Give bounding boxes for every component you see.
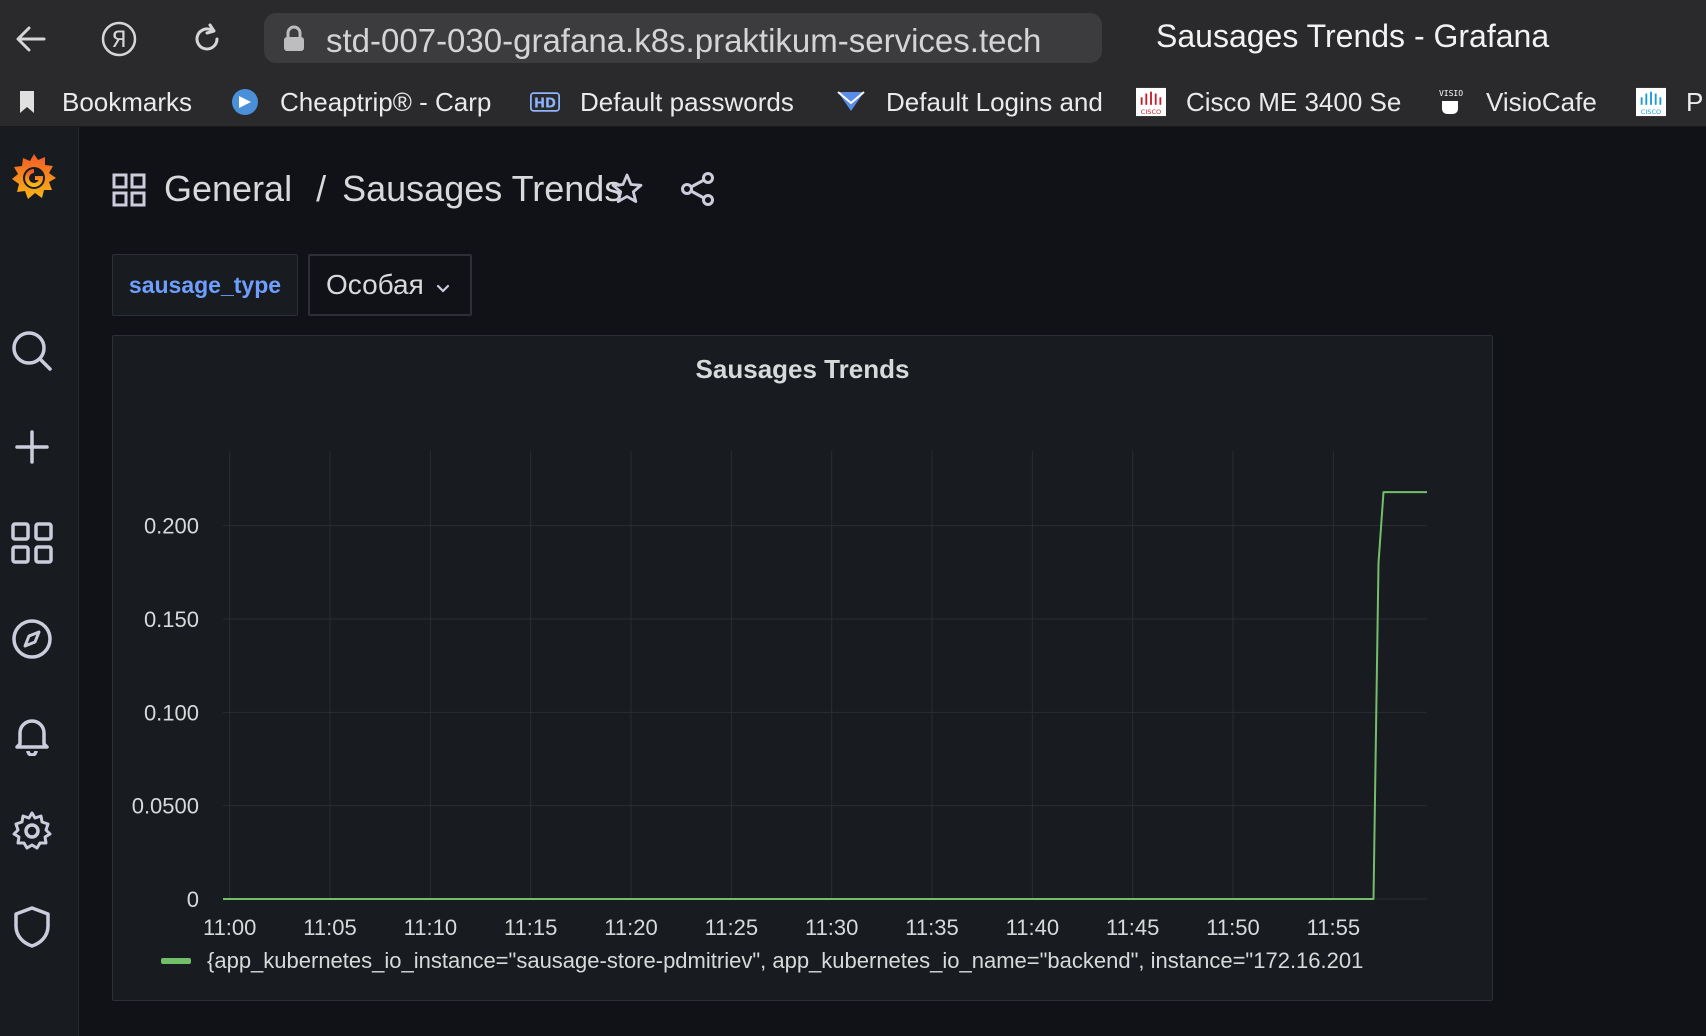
x-tick-label: 11:40 <box>1006 915 1059 936</box>
variable-label: sausage_type <box>112 254 298 316</box>
bookmark-item[interactable]: CISCO P <box>1636 78 1703 126</box>
x-tick-label: 11:45 <box>1106 915 1159 936</box>
x-tick-label: 11:15 <box>504 915 557 936</box>
plus-icon[interactable] <box>8 423 56 471</box>
x-tick-label: 11:00 <box>203 915 256 936</box>
x-tick-label: 11:55 <box>1307 915 1360 936</box>
timeseries-panel[interactable]: Sausages Trends 0 0.0500 0.100 0.150 0.200 11… <box>112 335 1493 1001</box>
grafana-sidebar <box>0 127 79 1036</box>
dashboard-title[interactable]: Sausages Trends <box>342 168 622 209</box>
legend: {app_kubernetes_io_instance="sausage-sto… <box>161 948 1363 974</box>
bookmark-icon <box>12 87 42 117</box>
y-tick-label: 0 <box>187 887 199 912</box>
url-text: std-007-030-grafana.k8s.praktikum-servic… <box>326 22 1042 59</box>
bookmark-item[interactable]: VISIO VisioCafe <box>1436 78 1597 126</box>
bookmark-item[interactable]: Cheaptrip® - Carp <box>230 78 491 126</box>
x-tick-label: 11:50 <box>1206 915 1259 936</box>
x-tick-label: 11:25 <box>705 915 758 936</box>
bookmark-item[interactable]: HD Default passwords <box>530 78 794 126</box>
mail-icon <box>836 87 866 117</box>
breadcrumb-separator: / <box>316 168 327 209</box>
reload-icon <box>195 23 219 51</box>
lock-icon <box>284 25 304 51</box>
grafana-logo-icon[interactable] <box>6 149 62 205</box>
dashboards-icon[interactable] <box>8 519 56 567</box>
chevron-down-icon <box>436 269 450 301</box>
x-tick-label: 11:05 <box>303 915 356 936</box>
cisco-icon: CISCO <box>1136 87 1166 117</box>
breadcrumb-folder[interactable]: General <box>164 168 292 209</box>
y-tick-label: 0.100 <box>144 700 199 725</box>
back-button[interactable] <box>12 20 50 58</box>
browser-toolbar: Я std-007-030-grafana.k8s.praktikum-serv… <box>0 0 1706 78</box>
gear-icon[interactable] <box>8 807 56 855</box>
y-tick-label: 0.0500 <box>132 794 199 819</box>
hd-icon: HD <box>530 87 560 117</box>
bookmark-item[interactable]: Bookmarks <box>12 78 192 126</box>
bookmark-item[interactable]: Default Logins and <box>836 78 1103 126</box>
x-tick-label: 11:35 <box>905 915 958 936</box>
svg-text:VISIO: VISIO <box>1439 89 1463 98</box>
legend-label[interactable]: {app_kubernetes_io_instance="sausage-sto… <box>207 948 1363 974</box>
bell-alerting-icon[interactable] <box>8 711 56 759</box>
x-tick-label: 11:20 <box>604 915 657 936</box>
y-tick-label: 0.150 <box>144 607 199 632</box>
bookmarks-bar: Bookmarks Cheaptrip® - Carp HD Default p… <box>0 78 1706 127</box>
yandex-icon: Я <box>101 21 137 57</box>
svg-text:Я: Я <box>111 28 126 53</box>
shield-icon[interactable] <box>8 903 56 951</box>
svg-text:HD: HD <box>534 96 556 111</box>
yandex-button[interactable]: Я <box>100 20 138 58</box>
bookmark-item[interactable]: CISCO Cisco ME 3400 Se <box>1136 78 1401 126</box>
explore-compass-icon[interactable] <box>8 615 56 663</box>
search-icon[interactable] <box>8 327 56 375</box>
cheaptrip-icon <box>230 87 260 117</box>
star-icon[interactable] <box>610 172 644 211</box>
x-tick-label: 11:30 <box>805 915 858 936</box>
arrow-left-icon <box>16 26 46 52</box>
svg-text:CISCO: CISCO <box>1641 108 1661 116</box>
cisco-icon: CISCO <box>1636 87 1666 117</box>
x-tick-label: 11:10 <box>404 915 457 936</box>
reload-button[interactable] <box>188 20 226 58</box>
visiocafe-icon: VISIO <box>1436 87 1466 117</box>
series-line[interactable] <box>223 491 1427 900</box>
breadcrumb: General / Sausages Trends <box>164 168 622 210</box>
y-tick-label: 0.200 <box>144 514 199 539</box>
variable-value: Особая <box>326 269 424 300</box>
dashboard-grid-icon[interactable] <box>112 173 146 212</box>
svg-text:CISCO: CISCO <box>1141 108 1161 116</box>
line-chart[interactable]: 0 0.0500 0.100 0.150 0.200 11:00 11:05 11:10 11:… <box>113 336 1494 936</box>
legend-color-swatch <box>161 958 191 964</box>
share-icon[interactable] <box>680 172 716 211</box>
address-bar[interactable]: std-007-030-grafana.k8s.praktikum-servic… <box>264 13 1102 63</box>
tab-title: Sausages Trends - Grafana <box>1156 18 1550 54</box>
variable-select[interactable]: Особая <box>308 254 472 316</box>
